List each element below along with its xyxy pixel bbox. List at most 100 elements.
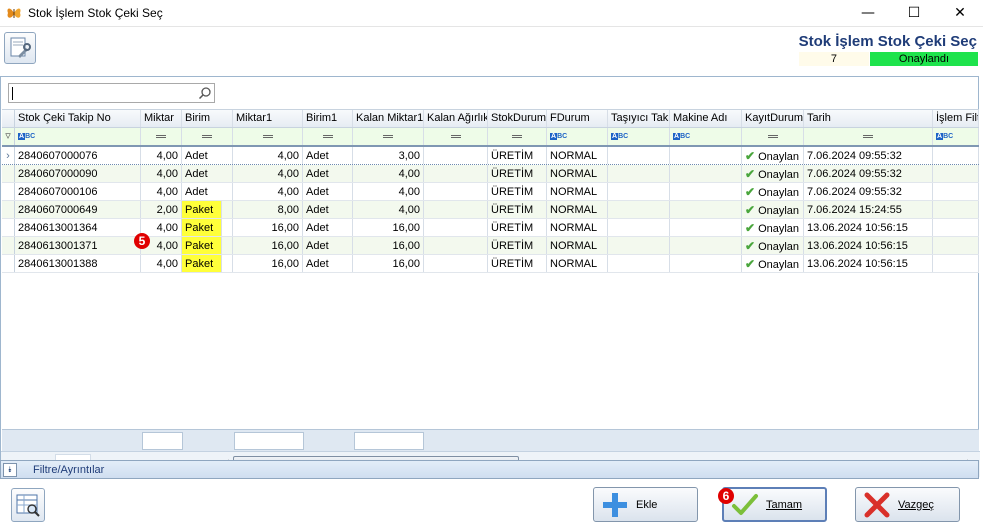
text-filter-icon: ABC: [611, 132, 629, 140]
column-header-birim1[interactable]: Birim1: [303, 110, 353, 127]
minimize-button[interactable]: —: [845, 0, 891, 26]
table-row[interactable]: 2840613001388 4,00 Paket 16,00 Adet 16,0…: [2, 255, 979, 273]
record-count: 7: [799, 52, 869, 66]
filter-cell-tasiyici[interactable]: ABC: [608, 128, 670, 145]
column-header-kalan-miktar1[interactable]: Kalan Miktar1: [353, 110, 424, 127]
column-header-birim[interactable]: Birim: [182, 110, 233, 127]
cell-miktar: 4,00: [141, 165, 182, 182]
close-button[interactable]: ✕: [937, 0, 983, 26]
cell-islem-filtre: [933, 165, 979, 182]
column-header-stokdurum[interactable]: StokDurum: [488, 110, 547, 127]
cell-kalan-miktar1: 16,00: [353, 255, 424, 272]
column-header-kayitdurumu[interactable]: KayıtDurumu: [742, 110, 804, 127]
filter-cell-fdurum[interactable]: ABC: [547, 128, 608, 145]
row-indicator[interactable]: [2, 219, 15, 236]
filter-cell-birim[interactable]: [182, 128, 233, 145]
checkmark-icon: ✔: [745, 239, 756, 253]
filter-cell-takip-no[interactable]: ABC: [15, 128, 141, 145]
text-caret: [12, 87, 13, 100]
filter-cell-birim1[interactable]: [303, 128, 353, 145]
table-row[interactable]: 2840607000090 4,00 Adet 4,00 Adet 4,00 Ü…: [2, 165, 979, 183]
cell-fdurum: NORMAL: [547, 255, 608, 272]
column-header-tarih[interactable]: Tarih: [804, 110, 933, 127]
cancel-button[interactable]: Vazgeç: [855, 487, 960, 522]
row-indicator-header: [2, 110, 15, 127]
column-header-islem-filtre[interactable]: İşlem Filtre: [933, 110, 979, 127]
column-header-makine[interactable]: Makine Adı: [670, 110, 742, 127]
filter-cell-makine[interactable]: ABC: [670, 128, 742, 145]
table-row[interactable]: 2840607000649 2,00 Paket 8,00 Adet 4,00 …: [2, 201, 979, 219]
cell-kalan-miktar1: 16,00: [353, 219, 424, 236]
cell-tarih: 7.06.2024 09:55:32: [804, 183, 933, 200]
row-indicator[interactable]: [2, 165, 15, 182]
checkmark-icon: ✔: [745, 203, 756, 217]
filter-cell-kayitdurumu[interactable]: [742, 128, 804, 145]
add-button[interactable]: Ekle: [593, 487, 698, 522]
table-row[interactable]: 2840607000106 4,00 Adet 4,00 Adet 4,00 Ü…: [2, 183, 979, 201]
cell-miktar1: 16,00: [233, 219, 303, 236]
cell-birim1: Adet: [303, 165, 353, 182]
column-header-fdurum[interactable]: FDurum: [547, 110, 608, 127]
cell-kalan-miktar1: 4,00: [353, 183, 424, 200]
report-preview-button[interactable]: [11, 488, 45, 522]
cell-tarih: 7.06.2024 09:55:32: [804, 165, 933, 182]
cell-makine: [670, 201, 742, 218]
summary-miktar: [142, 432, 183, 450]
expand-chevron-icon[interactable]: ⯯: [3, 462, 17, 477]
cell-miktar: 4,00: [141, 147, 182, 164]
column-header-kalan-agirlik[interactable]: Kalan Ağırlık: [424, 110, 488, 127]
search-icon[interactable]: [198, 86, 212, 100]
table-row[interactable]: › 2840607000076 4,00 Adet 4,00 Adet 3,00…: [2, 147, 979, 165]
kayit-durumu-text: Onaylan: [758, 151, 800, 163]
column-header-tasiyici[interactable]: Taşıyıcı Takip: [608, 110, 670, 127]
search-input[interactable]: [8, 83, 215, 103]
cell-kalan-miktar1: 3,00: [353, 147, 424, 164]
cell-stokdurum: ÜRETİM: [488, 147, 547, 164]
equals-filter-icon: [262, 134, 273, 138]
filter-cell-kalan-miktar1[interactable]: [353, 128, 424, 145]
equals-filter-icon: [202, 134, 212, 138]
cell-miktar: 4,00: [141, 255, 182, 272]
row-indicator[interactable]: [2, 255, 15, 272]
filter-funnel-icon[interactable]: ▿: [2, 128, 15, 145]
row-indicator-current[interactable]: ›: [2, 147, 15, 164]
cell-miktar1: 4,00: [233, 183, 303, 200]
filter-cell-tarih[interactable]: [804, 128, 933, 145]
cell-takip-no: 2840613001388: [15, 255, 141, 272]
filter-cell-miktar[interactable]: [141, 128, 182, 145]
kayit-durumu-text: Onaylan: [758, 223, 800, 235]
column-header-takip-no[interactable]: Stok Çeki Takip No: [15, 110, 141, 127]
cell-kalan-agirlik: [424, 165, 488, 182]
row-indicator[interactable]: [2, 237, 15, 254]
ok-button[interactable]: Tamam: [722, 487, 827, 522]
cell-birim1: Adet: [303, 237, 353, 254]
cell-takip-no: 2840607000649: [15, 201, 141, 218]
table-row[interactable]: 2840613001364 4,00 Paket 16,00 Adet 16,0…: [2, 219, 979, 237]
filter-cell-kalan-agirlik[interactable]: [424, 128, 488, 145]
column-header-miktar1[interactable]: Miktar1: [233, 110, 303, 127]
cell-kalan-agirlik: [424, 237, 488, 254]
cell-birim1: Adet: [303, 219, 353, 236]
row-indicator[interactable]: [2, 201, 15, 218]
cell-birim: Paket: [182, 237, 222, 254]
cell-tarih: 7.06.2024 15:24:55: [804, 201, 933, 218]
filter-details-bar[interactable]: ⯯ Filtre/Ayrıntılar: [0, 460, 979, 479]
cell-fdurum: NORMAL: [547, 219, 608, 236]
checkmark-icon: ✔: [745, 221, 756, 235]
filter-cell-stokdurum[interactable]: [488, 128, 547, 145]
cell-kalan-agirlik: [424, 183, 488, 200]
cell-takip-no: 2840613001364: [15, 219, 141, 236]
filter-cell-miktar1[interactable]: [233, 128, 303, 145]
cell-birim1: Adet: [303, 147, 353, 164]
maximize-button[interactable]: ☐: [891, 0, 937, 26]
checkmark-icon: [730, 490, 760, 520]
row-indicator[interactable]: [2, 183, 15, 200]
filter-cell-islem-filtre[interactable]: ABC: [933, 128, 979, 145]
cell-stokdurum: ÜRETİM: [488, 237, 547, 254]
cell-kayitdurumu: ✔ Onaylan: [742, 147, 804, 164]
settings-tool-button[interactable]: [4, 32, 36, 64]
cell-makine: [670, 219, 742, 236]
equals-filter-icon: [767, 134, 778, 138]
cell-kalan-miktar1: 4,00: [353, 165, 424, 182]
column-header-miktar[interactable]: Miktar: [141, 110, 182, 127]
